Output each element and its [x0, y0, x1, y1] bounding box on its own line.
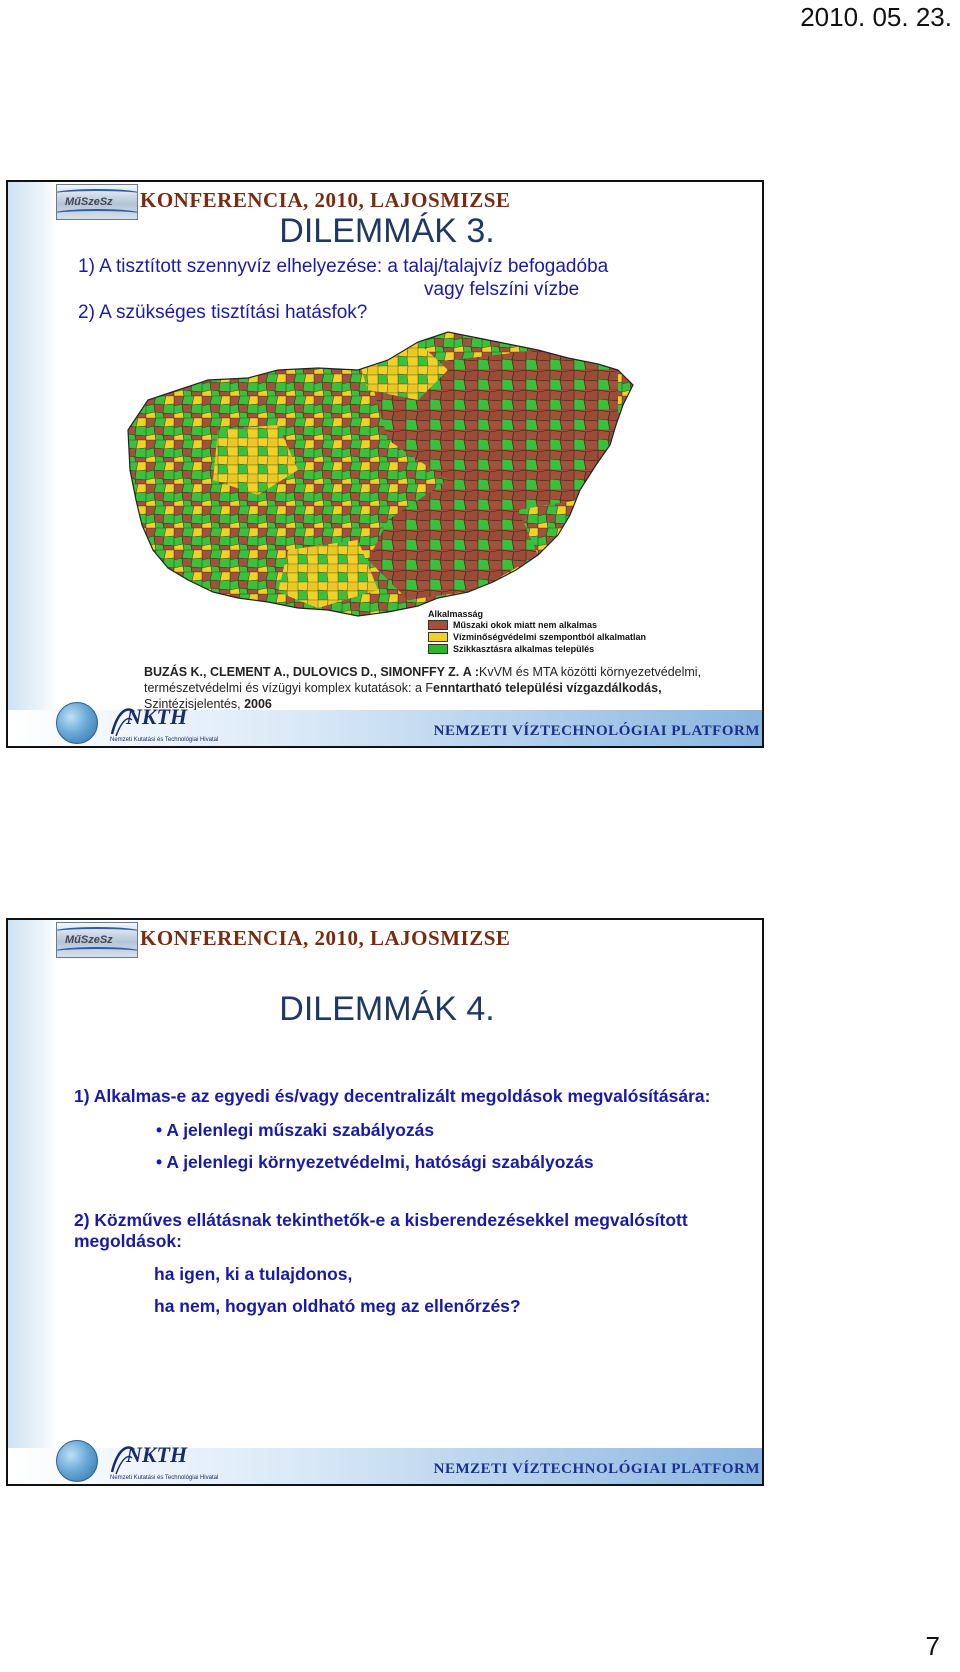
sub-answer-2: ha nem, hogyan oldható meg az ellenőrzés…	[154, 1296, 521, 1316]
slide-dilemmak-3: MűSzeSz KONFERENCIA, 2010, LAJOSMIZSE DI…	[6, 180, 764, 748]
mueszesz-logo-text: MűSzeSz	[65, 196, 113, 208]
page-number: 7	[925, 1631, 940, 1661]
legend-swatch-yellow	[428, 632, 448, 642]
citation-title: enntartható települési vízgazdálkodás,	[433, 681, 662, 695]
dilemma-line-1: 1) A tisztított szennyvíz elhelyezése: a…	[78, 256, 609, 277]
dilemma-line-1b: vagy felszíni vízbe	[424, 279, 580, 300]
map-citation: BUZÁS K., CLEMENT A., DULOVICS D., SIMON…	[144, 664, 744, 712]
map-svg	[127, 331, 634, 617]
conference-title: KONFERENCIA, 2010, LAJOSMIZSE	[140, 188, 511, 212]
citation-year: 2006	[244, 697, 272, 711]
footer-platform: NEMZETI VÍZTECHNOLÓGIAI PLATFORM	[433, 723, 760, 739]
nkth-subtitle: Nemzeti Kutatási és Technológiai Hivatal	[110, 1475, 219, 1481]
globe-logo-icon	[56, 702, 98, 744]
hungary-suitability-map	[118, 330, 678, 630]
mueszesz-logo: MűSzeSz	[56, 922, 138, 958]
conference-title: KONFERENCIA, 2010, LAJOSMIZSE	[140, 926, 511, 950]
citation-prefix: A :	[462, 665, 479, 679]
question-2: 2) Közműves ellátásnak tekinthetők-e a k…	[74, 1210, 688, 1251]
legend-label: Vízminőségvédelmi szempontból alkalmatla…	[453, 632, 647, 642]
dilemma-line-2: 2) A szükséges tisztítási hatásfok?	[78, 302, 368, 323]
page-date: 2010. 05. 23.	[800, 2, 952, 32]
nkth-subtitle: Nemzeti Kutatási és Technológiai Hivatal	[110, 737, 219, 743]
legend-swatch-brown	[428, 620, 448, 630]
question-1: 1) Alkalmas-e az egyedi és/vagy decentra…	[74, 1086, 711, 1106]
nkth-logo-text: NKTH	[126, 1442, 188, 1467]
legend-label: Műszaki okok miatt nem alkalmas	[453, 620, 598, 630]
globe-logo-icon	[56, 1440, 98, 1482]
legend-title: Alkalmasság	[428, 609, 484, 619]
legend-label: Szikkasztásra alkalmas település	[453, 644, 595, 654]
map-legend: Alkalmasság Műszaki okok miatt nem alkal…	[428, 609, 668, 655]
mueszesz-logo-text: MűSzeSz	[65, 934, 113, 946]
footer-platform: NEMZETI VÍZTECHNOLÓGIAI PLATFORM	[433, 1461, 760, 1477]
nkth-logo-text: NKTH	[126, 704, 188, 729]
slide-title: DILEMMÁK 3.	[279, 212, 495, 250]
legend-item: Szikkasztásra alkalmas település	[428, 643, 668, 655]
slide-title: DILEMMÁK 4.	[279, 990, 495, 1028]
legend-swatch-green	[428, 644, 448, 654]
bullet-item: • A jelenlegi műszaki szabályozás	[156, 1120, 435, 1140]
slide-dilemmak-4: MűSzeSz KONFERENCIA, 2010, LAJOSMIZSE DI…	[6, 918, 764, 1486]
slide-left-strip	[8, 182, 58, 746]
bullet-text: A jelenlegi műszaki szabályozás	[166, 1120, 435, 1140]
bullet-text: A jelenlegi környezetvédelmi, hatósági s…	[166, 1152, 594, 1172]
legend-item: Műszaki okok miatt nem alkalmas	[428, 619, 668, 631]
citation-authors: BUZÁS K., CLEMENT A., DULOVICS D., SIMON…	[144, 665, 460, 679]
sub-answer-1: ha igen, ki a tulajdonos,	[154, 1264, 353, 1284]
legend-item: Vízminőségvédelmi szempontból alkalmatla…	[428, 631, 668, 643]
bullet-item: • A jelenlegi környezetvédelmi, hatósági…	[156, 1152, 594, 1172]
